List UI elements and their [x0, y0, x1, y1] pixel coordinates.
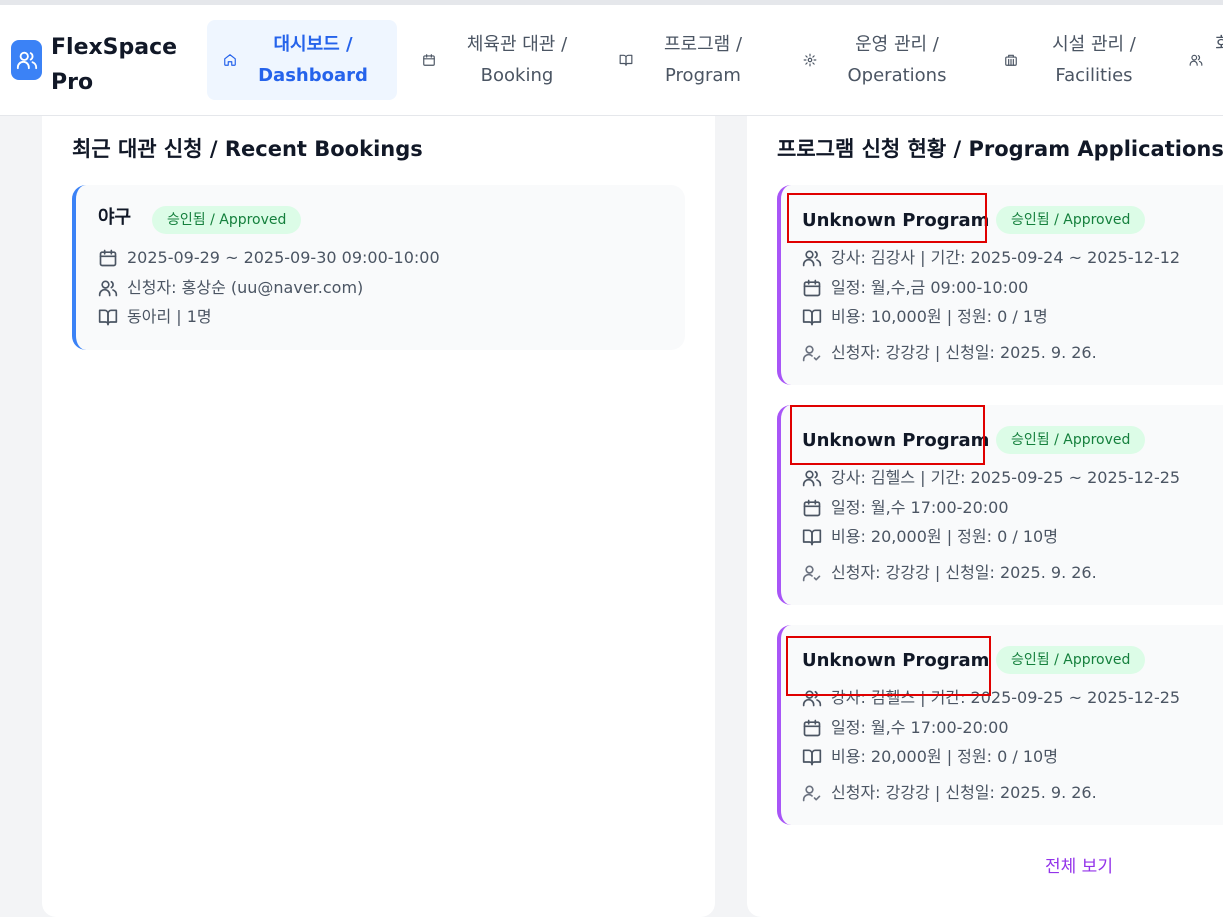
program-instructor-period: 강사: 김강사 | 기간: 2025-09-24 ~ 2025-12-12 — [831, 248, 1181, 267]
nav-program-label: 프로그램 / Program — [663, 34, 743, 86]
user-check-icon — [802, 785, 821, 802]
users-icon — [1189, 54, 1203, 66]
program-schedule-row: 일정: 월,수 17:00-20:00 — [802, 716, 1009, 740]
booking-date-time: 2025-09-29 ~ 2025-09-30 09:00-10:00 — [127, 248, 440, 267]
users-icon — [802, 470, 822, 487]
user-check-icon — [802, 345, 821, 362]
program-schedule: 일정: 월,수,금 09:00-10:00 — [831, 278, 1029, 297]
booking-sport: 야구 — [98, 207, 132, 228]
program-applicant-date: 신청자: 강강강 | 신청일: 2025. 9. 26. — [831, 783, 1097, 802]
calendar-icon — [803, 279, 821, 297]
program-applicant-row: 신청자: 강강강 | 신청일: 2025. 9. 26. — [802, 781, 1097, 805]
program-applications-title: 프로그램 신청 현황 / Program Applications — [777, 137, 1223, 161]
annotation-box — [786, 636, 991, 696]
program-instructor-row: 강사: 김헬스 | 기간: 2025-09-25 ~ 2025-12-25 — [802, 466, 1180, 490]
status-badge: 승인됨 / Approved — [996, 646, 1146, 674]
top-navbar: FlexSpace Pro 대시보드 / Dashboard 체육관 대관 / … — [0, 5, 1223, 116]
nav-users-label: 회 — [1215, 29, 1223, 60]
nav-operations[interactable]: 운영 관리 / Operations — [803, 20, 983, 100]
nav-dashboard[interactable]: 대시보드 / Dashboard — [207, 20, 397, 100]
home-icon — [224, 54, 236, 66]
status-badge: 승인됨 / Approved — [996, 426, 1146, 454]
status-badge: 승인됨 / Approved — [996, 206, 1146, 234]
book-icon — [802, 309, 822, 326]
calendar-icon — [803, 719, 821, 737]
booking-date-row: 2025-09-29 ~ 2025-09-30 09:00-10:00 — [98, 246, 440, 270]
nav-dashboard-label: 대시보드 / Dashboard — [258, 34, 368, 86]
nav-booking-label: 체육관 대관 / Booking — [466, 34, 568, 86]
building-icon — [1005, 54, 1017, 66]
users-icon[interactable] — [11, 40, 42, 80]
status-badge: 승인됨 / Approved — [152, 206, 302, 234]
program-instructor-period: 강사: 김헬스 | 기간: 2025-09-25 ~ 2025-12-25 — [831, 468, 1181, 487]
nav-users[interactable]: 회 — [1189, 20, 1223, 100]
program-applicant-date: 신청자: 강강강 | 신청일: 2025. 9. 26. — [831, 563, 1097, 582]
nav-operations-label: 운영 관리 / Operations — [847, 34, 947, 86]
program-instructor-row: 강사: 김강사 | 기간: 2025-09-24 ~ 2025-12-12 — [802, 246, 1180, 270]
program-fee-capacity: 비용: 20,000원 | 정원: 0 / 10명 — [831, 527, 1058, 546]
nav-booking[interactable]: 체육관 대관 / Booking — [422, 20, 602, 100]
program-schedule: 일정: 월,수 17:00-20:00 — [831, 498, 1009, 517]
program-fee-row: 비용: 20,000원 | 정원: 0 / 10명 — [802, 745, 1058, 769]
program-applicant-row: 신청자: 강강강 | 신청일: 2025. 9. 26. — [802, 341, 1097, 365]
user-check-icon — [802, 565, 821, 582]
calendar-icon — [423, 54, 435, 66]
recent-bookings-title: 최근 대관 신청 / Recent Bookings — [72, 137, 423, 161]
gear-icon — [803, 53, 817, 67]
program-applicant-row: 신청자: 강강강 | 신청일: 2025. 9. 26. — [802, 561, 1097, 585]
book-icon — [98, 309, 118, 326]
program-schedule-row: 일정: 월,수 17:00-20:00 — [802, 496, 1009, 520]
program-applicant-date: 신청자: 강강강 | 신청일: 2025. 9. 26. — [831, 343, 1097, 362]
program-fee-row: 비용: 20,000원 | 정원: 0 / 10명 — [802, 525, 1058, 549]
booking-group-row: 동아리 | 1명 — [98, 305, 212, 329]
booking-applicant: 신청자: 홍상순 (uu@naver.com) — [127, 278, 364, 297]
program-fee-capacity: 비용: 10,000원 | 정원: 0 / 1명 — [831, 307, 1048, 326]
booking-card[interactable]: 야구 승인됨 / Approved 2025-09-29 ~ 2025-09-3… — [72, 185, 685, 350]
nav-facilities[interactable]: 시설 관리 / Facilities — [1004, 20, 1174, 100]
users-icon — [98, 280, 118, 297]
view-all-link[interactable]: 전체 보기 — [1045, 853, 1113, 881]
program-schedule: 일정: 월,수 17:00-20:00 — [831, 718, 1009, 737]
booking-group: 동아리 | 1명 — [127, 307, 212, 326]
annotation-box — [790, 405, 985, 465]
brand-name[interactable]: FlexSpace Pro — [51, 30, 201, 100]
book-icon — [802, 529, 822, 546]
program-schedule-row: 일정: 월,수,금 09:00-10:00 — [802, 276, 1028, 300]
nav-program[interactable]: 프로그램 / Program — [619, 20, 789, 100]
calendar-icon — [803, 499, 821, 517]
book-icon — [802, 749, 822, 766]
users-icon — [802, 250, 822, 267]
booking-applicant-row: 신청자: 홍상순 (uu@naver.com) — [98, 276, 363, 300]
program-fee-capacity: 비용: 20,000원 | 정원: 0 / 10명 — [831, 747, 1058, 766]
nav-facilities-label: 시설 관리 / Facilities — [1052, 34, 1136, 86]
program-fee-row: 비용: 10,000원 | 정원: 0 / 1명 — [802, 305, 1048, 329]
calendar-icon — [99, 249, 117, 267]
book-icon — [619, 54, 633, 66]
annotation-box — [787, 193, 987, 243]
